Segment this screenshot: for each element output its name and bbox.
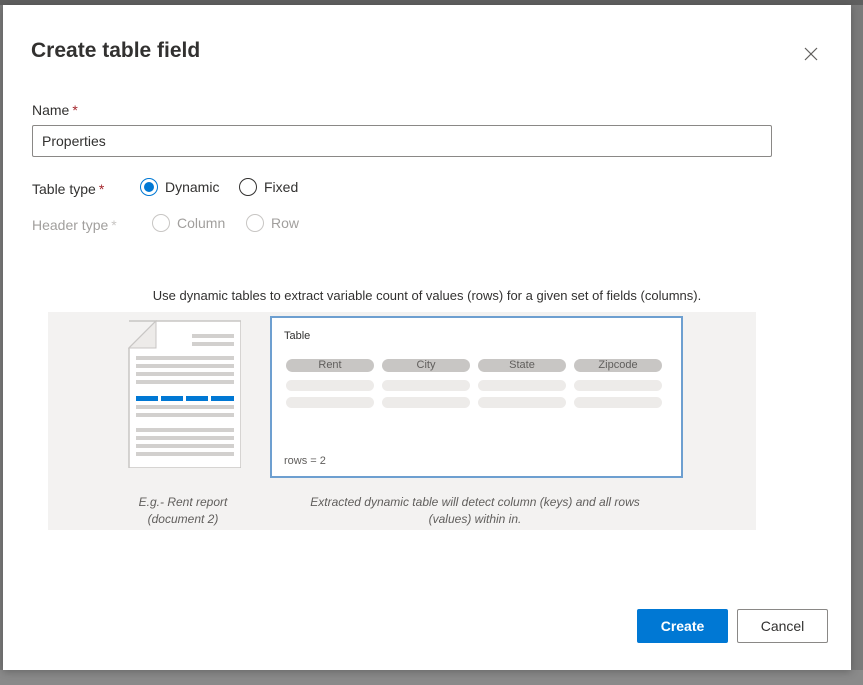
illustration: Table Rent City State Zipcode rows = 2 E…: [48, 312, 756, 530]
create-button[interactable]: Create: [637, 609, 728, 643]
row-placeholder: [574, 380, 662, 391]
cancel-button[interactable]: Cancel: [737, 609, 828, 643]
row-placeholder: [382, 380, 470, 391]
radio-row: Row: [246, 214, 299, 232]
radio-dynamic-label: Dynamic: [165, 179, 220, 195]
radio-row-label: Row: [271, 215, 300, 231]
create-table-field-dialog: Create table field Name* Table type* Dyn…: [3, 5, 851, 670]
radio-fixed-circle[interactable]: [239, 178, 257, 196]
backdrop-bottom: [0, 670, 863, 685]
table-caption: Extracted dynamic table will detect colu…: [260, 494, 690, 528]
required-mark: *: [111, 217, 117, 233]
radio-column: Column: [152, 214, 225, 232]
name-input[interactable]: [32, 125, 772, 157]
radio-dynamic-circle[interactable]: [140, 178, 158, 196]
column-pill-state: State: [478, 359, 566, 372]
close-icon: [804, 47, 818, 61]
document-caption: E.g.- Rent report (document 2): [108, 494, 258, 528]
name-label-text: Name: [32, 102, 70, 118]
radio-column-circle: [152, 214, 170, 232]
table-preview-card: Table Rent City State Zipcode rows = 2: [270, 316, 683, 478]
header-type-label: Header type *: [32, 217, 117, 233]
table-type-label-text: Table type: [32, 181, 96, 197]
row-placeholder: [286, 397, 374, 408]
row-placeholder: [286, 380, 374, 391]
table-caption-line1: Extracted dynamic table will detect colu…: [310, 495, 640, 509]
row-placeholder: [478, 397, 566, 408]
close-button[interactable]: [800, 43, 822, 65]
rows-count-text: rows = 2: [284, 455, 326, 467]
table-caption-line2: (values) within in.: [428, 512, 522, 526]
column-pill-rent: Rent: [286, 359, 374, 372]
document-icon: [128, 320, 241, 468]
row-placeholder: [478, 380, 566, 391]
radio-fixed-label: Fixed: [264, 179, 299, 195]
document-caption-line2: (document 2): [147, 512, 219, 526]
column-pill-zipcode: Zipcode: [574, 359, 662, 372]
radio-row-circle: [246, 214, 264, 232]
radio-dynamic[interactable]: Dynamic: [140, 178, 219, 196]
table-type-label: Table type *: [32, 181, 104, 197]
table-preview-title: Table: [284, 330, 311, 342]
name-label: Name *: [32, 102, 78, 118]
document-caption-line1: E.g.- Rent report: [138, 495, 228, 509]
radio-column-label: Column: [177, 215, 226, 231]
header-type-label-text: Header type: [32, 217, 109, 233]
required-mark: *: [72, 102, 78, 118]
dialog-title: Create table field: [31, 39, 201, 62]
row-placeholder: [382, 397, 470, 408]
required-mark: *: [98, 181, 105, 197]
column-pill-city: City: [382, 359, 470, 372]
description-text: Use dynamic tables to extract variable c…: [152, 288, 702, 303]
row-placeholder: [574, 397, 662, 408]
radio-fixed[interactable]: Fixed: [239, 178, 298, 196]
